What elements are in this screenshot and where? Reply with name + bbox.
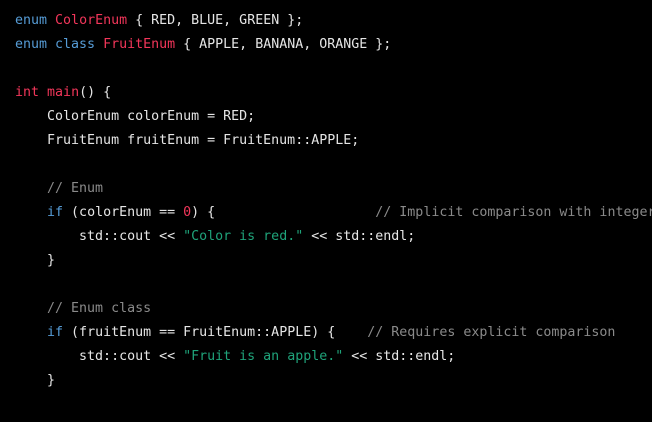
code-token-plain: << std::endl;	[303, 229, 416, 244]
code-token-string: "Fruit is an apple."	[183, 349, 344, 364]
code-token-type-name: main	[47, 85, 80, 100]
code-token-string: "Color is red."	[183, 229, 304, 244]
code-line: }	[15, 369, 652, 393]
code-token-plain: FruitEnum fruitEnum = FruitEnum::APPLE;	[15, 133, 360, 148]
code-block: enum ColorEnum { RED, BLUE, GREEN }; enum…	[15, 9, 652, 393]
code-token-keyword: enum	[15, 13, 48, 28]
code-token-plain: { RED, BLUE, GREEN };	[127, 13, 304, 28]
code-token-plain: (fruitEnum == FruitEnum::APPLE) {	[63, 325, 368, 340]
code-token-type-name: int	[15, 85, 40, 100]
code-line: std::cout << "Fruit is an apple." << std…	[15, 345, 652, 369]
code-token-plain: }	[15, 253, 56, 268]
code-line: // Enum	[15, 177, 652, 201]
code-token-plain: ) {	[191, 205, 376, 220]
code-line: // Enum class	[15, 297, 652, 321]
code-line: int main() {	[15, 81, 652, 105]
code-token-keyword: if	[47, 205, 64, 220]
code-line: enum class FruitEnum { APPLE, BANANA, OR…	[15, 33, 652, 57]
code-token-type-name: FruitEnum	[103, 37, 176, 52]
code-token-plain: () {	[79, 85, 112, 100]
code-token-plain: { APPLE, BANANA, ORANGE };	[175, 37, 392, 52]
code-token-plain: }	[15, 373, 56, 388]
code-token-plain: std::cout <<	[15, 349, 184, 364]
code-token-comment: // Requires explicit comparison	[367, 325, 616, 340]
code-token-keyword: if	[47, 325, 64, 340]
code-line: if (colorEnum == 0) { // Implicit compar…	[15, 201, 652, 225]
code-token-plain: ColorEnum colorEnum = RED;	[15, 109, 256, 124]
code-line: if (fruitEnum == FruitEnum::APPLE) { // …	[15, 321, 652, 345]
code-token-number: 0	[183, 205, 192, 220]
code-token-comment: // Implicit comparison with integer	[375, 205, 652, 220]
code-token-plain: std::cout <<	[15, 229, 184, 244]
code-line: FruitEnum fruitEnum = FruitEnum::APPLE;	[15, 129, 652, 153]
code-line: }	[15, 249, 652, 273]
code-line: std::cout << "Color is red." << std::end…	[15, 225, 652, 249]
code-token-comment: // Enum	[15, 181, 104, 196]
code-token-keyword: enum class	[15, 37, 96, 52]
code-line: ColorEnum colorEnum = RED;	[15, 105, 652, 129]
code-token-plain: (colorEnum ==	[63, 205, 184, 220]
code-token-type-name: ColorEnum	[55, 13, 128, 28]
code-token-comment: // Enum class	[15, 301, 152, 316]
code-token-plain: << std::endl;	[343, 349, 456, 364]
code-line: enum ColorEnum { RED, BLUE, GREEN };	[15, 9, 652, 33]
